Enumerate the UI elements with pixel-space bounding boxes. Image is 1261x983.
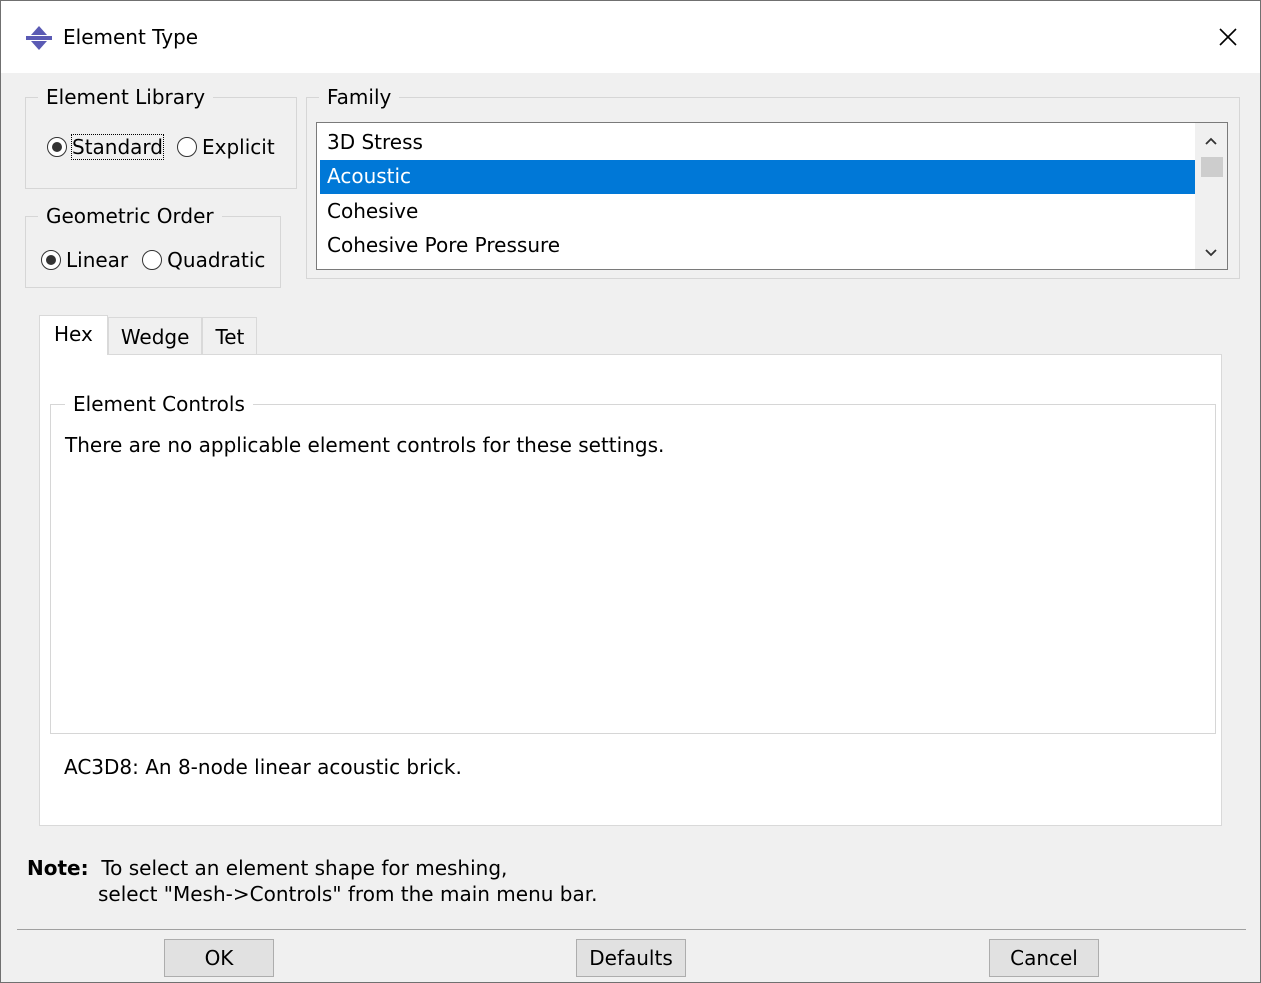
quadratic-radio[interactable] [142,250,163,270]
close-button[interactable] [1210,19,1246,55]
hex-tab-panel: Element Controls There are no applicable… [39,354,1222,826]
cancel-button[interactable]: Cancel [989,939,1099,977]
chevron-down-icon [1205,249,1217,257]
note-line-2: select "Mesh->Controls" from the main me… [98,882,598,906]
explicit-radio[interactable] [177,137,197,157]
close-icon [1219,28,1237,46]
scroll-thumb[interactable] [1201,157,1223,177]
element-type-dialog: Element Type Element Library Standard Ex… [0,0,1261,983]
family-item-3d-stress[interactable]: 3D Stress [320,126,1196,160]
element-controls-group: Element Controls There are no applicable… [50,391,1216,734]
element-library-legend: Element Library [38,84,214,110]
note-label: Note: [27,856,89,880]
element-description: AC3D8: An 8-node linear acoustic brick. [64,755,462,779]
element-controls-message: There are no applicable element controls… [65,433,665,457]
standard-label[interactable]: Standard [71,134,164,160]
tab-wedge[interactable]: Wedge [107,317,203,355]
element-type-icon [26,26,52,50]
explicit-label[interactable]: Explicit [202,135,275,159]
family-scrollbar[interactable] [1195,123,1227,269]
defaults-button[interactable]: Defaults [576,939,686,977]
linear-label[interactable]: Linear [66,248,128,272]
note-line-1: To select an element shape for meshing, [101,856,508,880]
family-item-cohesive[interactable]: Cohesive [320,195,1196,229]
scroll-up-button[interactable] [1195,125,1227,157]
quadratic-label[interactable]: Quadratic [167,248,265,272]
ok-button[interactable]: OK [164,939,274,977]
standard-radio[interactable] [47,137,67,157]
geometric-order-legend: Geometric Order [38,203,222,229]
chevron-up-icon [1205,137,1217,145]
family-listbox[interactable]: 3D Stress Acoustic Cohesive Cohesive Por… [316,122,1228,270]
scroll-down-button[interactable] [1195,237,1227,269]
element-controls-legend: Element Controls [65,391,253,417]
tab-hex[interactable]: Hex [39,315,108,355]
tab-tet[interactable]: Tet [202,317,258,355]
shape-tabs: Hex Wedge Tet [39,315,258,355]
separator [17,929,1246,930]
title-bar: Element Type [1,1,1260,73]
linear-radio[interactable] [41,250,61,270]
geometric-order-options: Linear Quadratic [41,248,279,272]
family-legend: Family [319,84,400,110]
window-title: Element Type [63,25,199,49]
element-library-options: Standard Explicit [47,134,289,160]
family-item-cohesive-pore-pressure[interactable]: Cohesive Pore Pressure [320,229,1196,263]
note-text: Note: To select an element shape for mes… [27,855,507,882]
family-item-acoustic[interactable]: Acoustic [320,160,1196,194]
